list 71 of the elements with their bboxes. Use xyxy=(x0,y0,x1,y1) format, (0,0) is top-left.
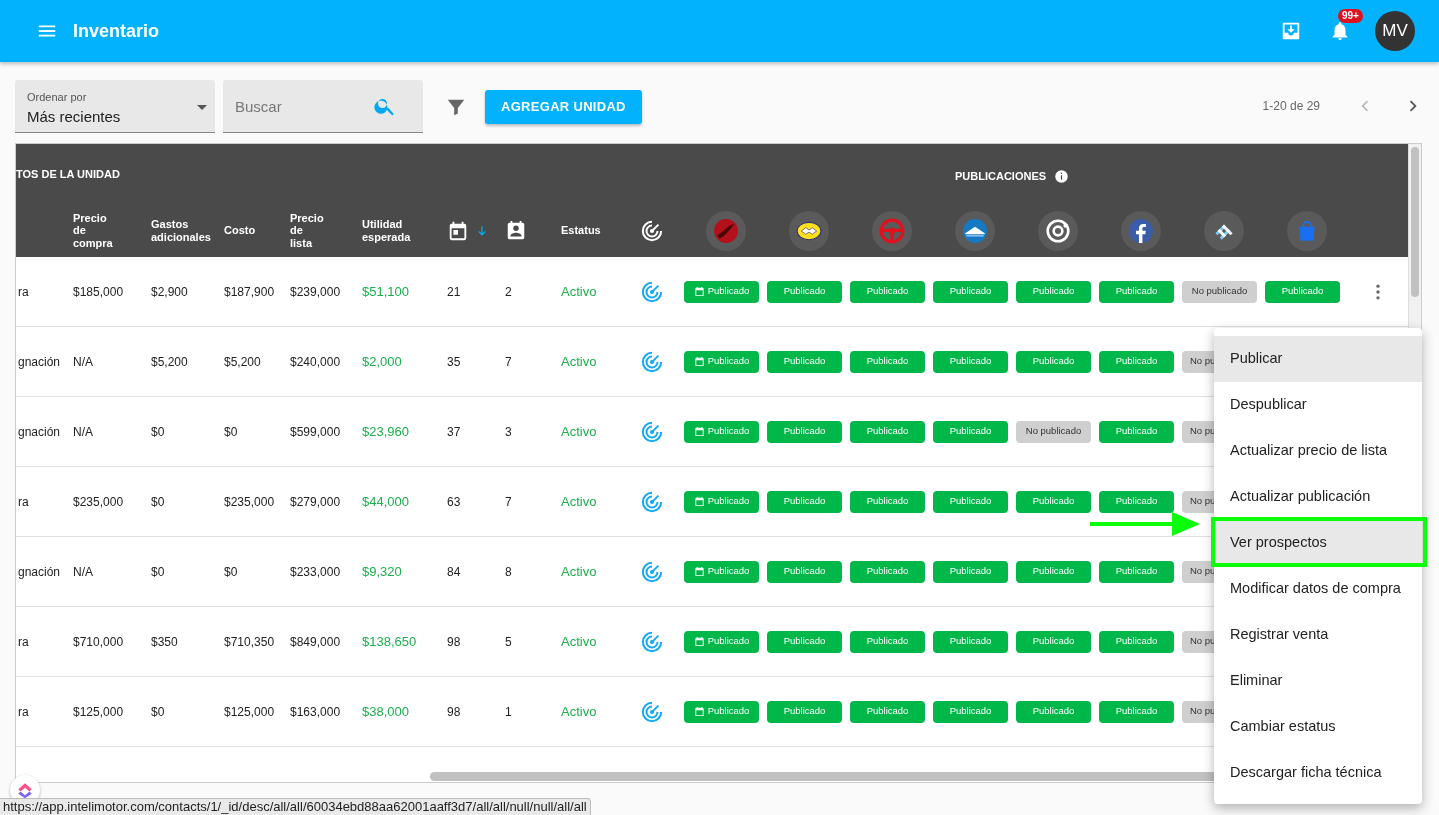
status-text: Activo xyxy=(561,633,597,649)
table-cell: 98 xyxy=(447,634,461,649)
table-cell: 63 xyxy=(447,494,461,509)
table-cell: $0 xyxy=(224,424,238,439)
table-cell: $350 xyxy=(151,634,178,649)
table-cell: 98 xyxy=(447,704,461,719)
status-text: Activo xyxy=(561,283,597,299)
column-group-header: PUBLICACIONES xyxy=(955,169,1047,184)
table-cell: $233,000 xyxy=(290,564,341,579)
table-cell: 1 xyxy=(505,704,512,719)
field-label: Ordenar por xyxy=(27,90,87,105)
table-cell: 8 xyxy=(505,564,512,579)
table-cell: $51,100 xyxy=(362,283,409,299)
table-cell: $235,000 xyxy=(73,494,124,509)
table-cell: $125,000 xyxy=(224,704,275,719)
table-cell: $9,320 xyxy=(362,563,402,579)
table-cell: 37 xyxy=(447,424,461,439)
table-cell: $23,960 xyxy=(362,423,409,439)
table-cell: $0 xyxy=(224,564,238,579)
pagination-range: 1-20 de 29 xyxy=(1262,98,1320,115)
status-text: Activo xyxy=(561,493,597,509)
table-cell: N/A xyxy=(73,354,93,369)
table-cell: $0 xyxy=(151,494,165,509)
table-cell: 84 xyxy=(447,564,461,579)
table-cell: $279,000 xyxy=(290,494,341,509)
table-cell: gnación xyxy=(18,354,61,369)
table-cell: $5,200 xyxy=(224,354,261,369)
table-cell: $187,900 xyxy=(224,284,275,299)
table-cell: 35 xyxy=(447,354,461,369)
table-cell: $2,000 xyxy=(362,353,402,369)
table-cell: 2 xyxy=(505,284,512,299)
status-text: Activo xyxy=(561,563,597,579)
table-cell: gnación xyxy=(18,424,61,439)
table-cell: 21 xyxy=(447,284,461,299)
link-preview-tooltip: https://app.intelimotor.com/contacts/1/_id/desc/all/all/60034ebd88aa62001aaff3d7/all/all/null/null/all/all xyxy=(0,798,591,815)
table-cell: 7 xyxy=(505,494,512,509)
table-cell: $239,000 xyxy=(290,284,341,299)
table-cell: $599,000 xyxy=(290,424,341,439)
status-text: Activo xyxy=(561,703,597,719)
field-value: Más recientes xyxy=(27,107,121,127)
table-cell: $849,000 xyxy=(290,634,341,649)
status-text: Activo xyxy=(561,353,597,369)
table-cell: $0 xyxy=(151,424,165,439)
table-cell: 3 xyxy=(505,424,512,439)
table-cell: 5 xyxy=(505,634,512,649)
table-cell: ra xyxy=(18,634,29,649)
page-title: Inventario xyxy=(73,19,160,43)
table-cell: $710,000 xyxy=(73,634,124,649)
table-cell: N/A xyxy=(73,564,93,579)
table-cell: ra xyxy=(18,494,29,509)
table-cell: $235,000 xyxy=(224,494,275,509)
table-cell: N/A xyxy=(73,424,93,439)
table-cell: $0 xyxy=(151,564,165,579)
table-cell: $138,650 xyxy=(362,633,417,649)
table-cell: $185,000 xyxy=(73,284,124,299)
table-cell: 7 xyxy=(505,354,512,369)
status-text: Activo xyxy=(561,423,597,439)
table-cell: $0 xyxy=(151,704,165,719)
table-cell: ra xyxy=(18,284,29,299)
table-cell: ra xyxy=(18,704,29,719)
table-cell: $710,350 xyxy=(224,634,275,649)
table-cell: $44,000 xyxy=(362,493,409,509)
column-group-header: TOS DE LA UNIDAD xyxy=(16,167,120,182)
table-cell: $2,900 xyxy=(151,284,188,299)
table-cell: gnación xyxy=(18,564,61,579)
table-cell: $240,000 xyxy=(290,354,341,369)
table-cell: $163,000 xyxy=(290,704,341,719)
table-cell: $125,000 xyxy=(73,704,124,719)
table-cell: $38,000 xyxy=(362,703,409,719)
table-cell: $5,200 xyxy=(151,354,188,369)
notification-badge: 99+ xyxy=(1338,9,1363,23)
